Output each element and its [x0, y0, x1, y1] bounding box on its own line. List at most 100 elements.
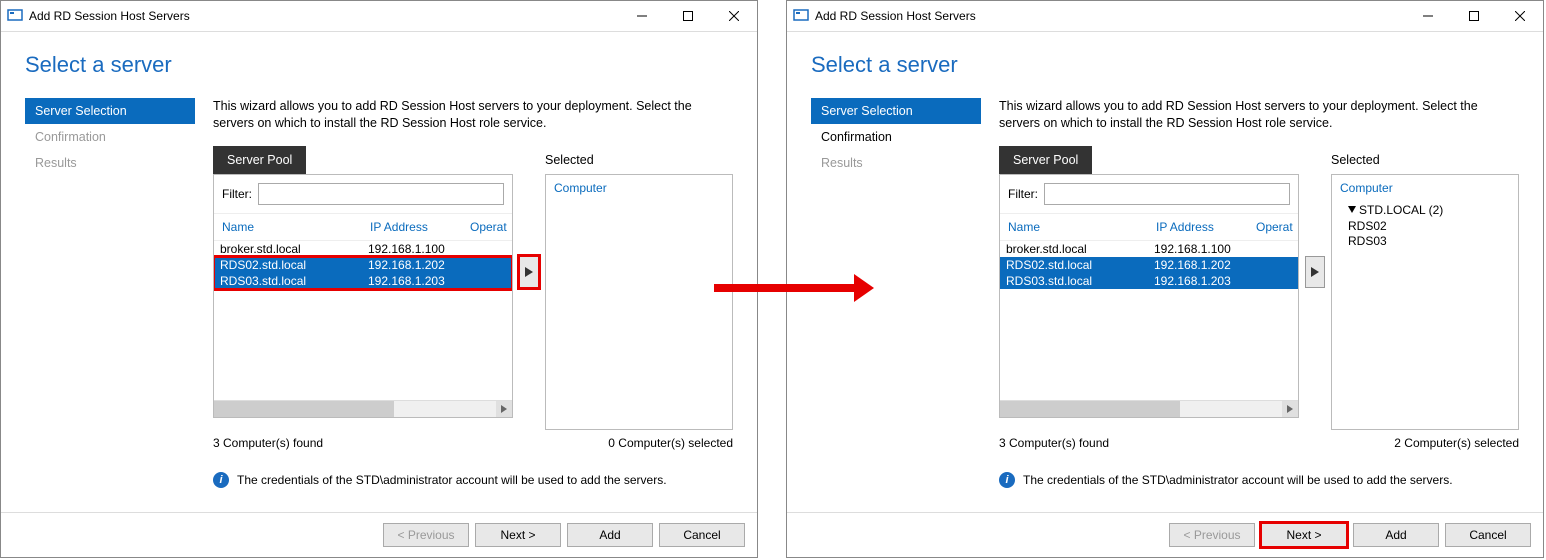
filter-label: Filter:: [1008, 187, 1038, 201]
move-right-button[interactable]: [519, 256, 539, 288]
tree-leaf[interactable]: RDS03: [1348, 234, 1510, 248]
window-title: Add RD Session Host Servers: [815, 9, 976, 23]
selected-label: Selected: [1331, 146, 1519, 174]
titlebar: Add RD Session Host Servers: [1, 1, 757, 32]
selected-header: Computer: [554, 181, 724, 195]
server-pool-box: Filter: Name IP Address Operat broker.st: [213, 174, 513, 418]
add-button[interactable]: Add: [1353, 523, 1439, 547]
nav-confirmation: Confirmation: [25, 124, 195, 150]
close-button[interactable]: [711, 2, 757, 31]
window-controls: [1405, 2, 1543, 31]
caret-down-icon: [1348, 206, 1356, 214]
col-ip[interactable]: IP Address: [370, 220, 470, 234]
scroll-thumb[interactable]: [214, 401, 394, 417]
selected-count: 2 Computer(s) selected: [1394, 436, 1519, 450]
scroll-right-icon[interactable]: [1282, 401, 1298, 417]
app-icon: [793, 7, 809, 26]
wizard-description: This wizard allows you to add RD Session…: [213, 98, 733, 132]
selected-box: Computer STD.LOCAL (2) RDS02 RDS03: [1331, 174, 1519, 430]
maximize-button[interactable]: [665, 2, 711, 31]
server-pool-tab[interactable]: Server Pool: [213, 146, 306, 174]
scroll-thumb[interactable]: [1000, 401, 1180, 417]
cell-ip: 192.168.1.202: [1154, 258, 1254, 272]
table-row[interactable]: broker.std.local 192.168.1.100: [1000, 241, 1298, 257]
cell-name: RDS02.std.local: [214, 258, 368, 272]
cell-ip: 192.168.1.100: [368, 242, 468, 256]
next-button[interactable]: Next >: [1261, 523, 1347, 547]
nav-results: Results: [811, 150, 981, 176]
cell-ip: 192.168.1.203: [1154, 274, 1254, 288]
info-text: The credentials of the STD\administrator…: [1023, 473, 1453, 487]
tree-group-label: STD.LOCAL (2): [1359, 203, 1443, 217]
window-title: Add RD Session Host Servers: [29, 9, 190, 23]
found-count: 3 Computer(s) found: [999, 436, 1109, 450]
title-left: Add RD Session Host Servers: [1, 7, 190, 26]
next-button[interactable]: Next >: [475, 523, 561, 547]
filter-input[interactable]: [1044, 183, 1290, 205]
cell-name: broker.std.local: [1000, 242, 1154, 256]
info-text: The credentials of the STD\administrator…: [237, 473, 667, 487]
move-right-button[interactable]: [1305, 256, 1325, 288]
selected-count: 0 Computer(s) selected: [608, 436, 733, 450]
selected-header: Computer: [1340, 181, 1510, 195]
table-row[interactable]: RDS03.std.local 192.168.1.203: [214, 273, 512, 289]
add-button[interactable]: Add: [567, 523, 653, 547]
scroll-right-icon[interactable]: [496, 401, 512, 417]
found-count: 3 Computer(s) found: [213, 436, 323, 450]
info-icon: i: [213, 472, 229, 488]
col-name[interactable]: Name: [1002, 220, 1156, 234]
cancel-button[interactable]: Cancel: [1445, 523, 1531, 547]
page-heading: Select a server: [811, 52, 1519, 78]
nav-server-selection[interactable]: Server Selection: [811, 98, 981, 124]
footer: < Previous Next > Add Cancel: [787, 512, 1543, 557]
page-heading: Select a server: [25, 52, 733, 78]
col-operating[interactable]: Operat: [470, 220, 510, 234]
title-left: Add RD Session Host Servers: [787, 7, 976, 26]
selected-box: Computer: [545, 174, 733, 430]
tree-group[interactable]: STD.LOCAL (2): [1348, 203, 1510, 217]
pool-header: Name IP Address Operat: [1000, 214, 1298, 241]
col-ip[interactable]: IP Address: [1156, 220, 1256, 234]
minimize-button[interactable]: [619, 2, 665, 31]
pool-header: Name IP Address Operat: [214, 214, 512, 241]
server-pool-box: Filter: Name IP Address Operat broker.st: [999, 174, 1299, 418]
table-row[interactable]: RDS02.std.local 192.168.1.202: [214, 257, 512, 273]
filter-input[interactable]: [258, 183, 504, 205]
cell-name: broker.std.local: [214, 242, 368, 256]
nav-results: Results: [25, 150, 195, 176]
window-controls: [619, 2, 757, 31]
horizontal-scrollbar[interactable]: [214, 400, 512, 417]
pool-rows: broker.std.local 192.168.1.100 RDS02.std…: [214, 241, 512, 400]
col-operating[interactable]: Operat: [1256, 220, 1296, 234]
minimize-button[interactable]: [1405, 2, 1451, 31]
footer: < Previous Next > Add Cancel: [1, 512, 757, 557]
selected-label: Selected: [545, 146, 733, 174]
pool-rows: broker.std.local 192.168.1.100 RDS02.std…: [1000, 241, 1298, 400]
previous-button: < Previous: [1169, 523, 1255, 547]
window-after: Add RD Session Host Servers Select a ser…: [786, 0, 1544, 558]
wizard-nav: Server Selection Confirmation Results: [25, 98, 195, 488]
cell-ip: 192.168.1.203: [368, 274, 468, 288]
horizontal-scrollbar[interactable]: [1000, 400, 1298, 417]
previous-button: < Previous: [383, 523, 469, 547]
wizard-description: This wizard allows you to add RD Session…: [999, 98, 1519, 132]
info-icon: i: [999, 472, 1015, 488]
tree-leaf[interactable]: RDS02: [1348, 219, 1510, 233]
nav-confirmation[interactable]: Confirmation: [811, 124, 981, 150]
cancel-button[interactable]: Cancel: [659, 523, 745, 547]
cell-ip: 192.168.1.202: [368, 258, 468, 272]
window-before: Add RD Session Host Servers Select a ser…: [0, 0, 758, 558]
col-name[interactable]: Name: [216, 220, 370, 234]
table-row[interactable]: RDS03.std.local 192.168.1.203: [1000, 273, 1298, 289]
table-row[interactable]: broker.std.local 192.168.1.100: [214, 241, 512, 257]
maximize-button[interactable]: [1451, 2, 1497, 31]
close-button[interactable]: [1497, 2, 1543, 31]
cell-ip: 192.168.1.100: [1154, 242, 1254, 256]
titlebar: Add RD Session Host Servers: [787, 1, 1543, 32]
cell-name: RDS02.std.local: [1000, 258, 1154, 272]
nav-server-selection[interactable]: Server Selection: [25, 98, 195, 124]
cell-name: RDS03.std.local: [1000, 274, 1154, 288]
server-pool-tab[interactable]: Server Pool: [999, 146, 1092, 174]
table-row[interactable]: RDS02.std.local 192.168.1.202: [1000, 257, 1298, 273]
cell-name: RDS03.std.local: [214, 274, 368, 288]
